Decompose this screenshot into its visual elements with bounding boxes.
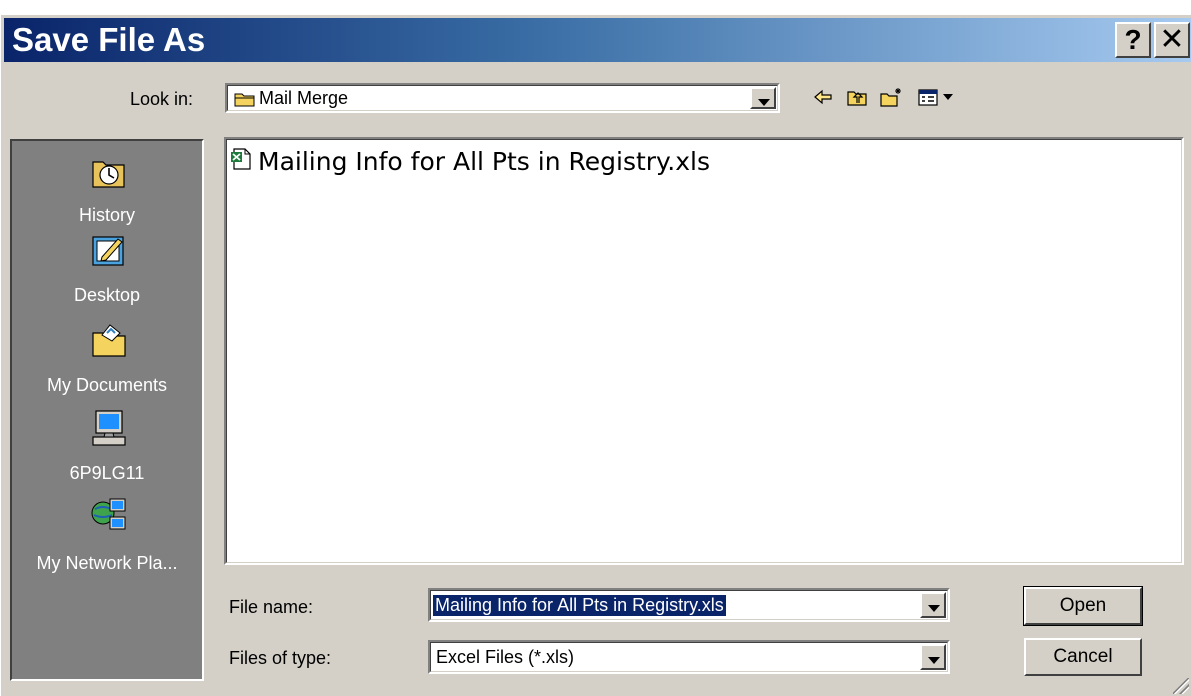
look-in-label: Look in: [130,89,194,109]
places-item-history[interactable]: History [12,147,202,227]
up-one-level-icon[interactable] [842,84,872,110]
places-item-my-computer[interactable]: 6P9LG11 [12,405,202,489]
places-item-desktop[interactable]: Desktop [12,231,202,317]
places-item-label: Desktop [73,285,141,305]
history-icon [90,153,128,191]
look-in-value: Mail Merge [259,88,349,108]
file-name-value: Mailing Info for All Pts in Registry.xls [433,595,726,616]
look-in-dropdown-button[interactable] [750,87,776,109]
folder-icon [234,91,256,107]
title-bar[interactable]: Save File As ? ✕ [4,18,1191,62]
files-of-type-value: Excel Files (*.xls) [436,647,575,667]
cancel-button[interactable]: Cancel [1024,638,1142,676]
my-documents-icon [90,321,128,359]
file-name-input[interactable]: Mailing Info for All Pts in Registry.xls [428,588,950,622]
open-button[interactable]: Open [1023,586,1143,626]
places-item-label: My Network Pla... [36,553,178,573]
look-in-dropdown[interactable]: Mail Merge [225,83,780,113]
file-list[interactable]: Mailing Info for All Pts in Registry.xls [224,137,1184,565]
desktop-icon [90,231,128,269]
files-of-type-dropdown[interactable]: Excel Files (*.xls) [428,640,950,674]
window-title: Save File As [12,21,206,58]
files-of-type-label: Files of type: [229,648,332,668]
places-bar: History Desktop My Documents 6P9LG11 My … [10,139,204,681]
places-item-label: My Documents [46,375,168,395]
file-name-label: File name: [229,597,314,617]
chevron-down-icon [928,605,940,612]
close-button[interactable]: ✕ [1154,22,1190,58]
excel-file-icon [230,147,252,171]
files-of-type-dropdown-button[interactable] [920,644,946,670]
chevron-down-icon [758,99,770,106]
file-name-text: Mailing Info for All Pts in Registry.xls [258,147,710,176]
my-network-places-icon [90,495,128,533]
places-item-label: History [78,205,135,225]
places-item-label: 6P9LG11 [69,463,145,483]
back-arrow-icon[interactable] [808,84,838,110]
new-folder-icon[interactable] [876,84,906,110]
places-item-my-network-places[interactable]: My Network Pla... [12,493,202,577]
chevron-down-icon [928,657,940,664]
my-computer-icon [90,409,128,447]
view-menu-icon[interactable] [916,84,958,110]
places-item-my-documents[interactable]: My Documents [12,321,202,401]
file-name-dropdown-button[interactable] [920,592,946,618]
resize-grip-icon[interactable] [1173,678,1189,694]
help-button[interactable]: ? [1115,22,1151,58]
